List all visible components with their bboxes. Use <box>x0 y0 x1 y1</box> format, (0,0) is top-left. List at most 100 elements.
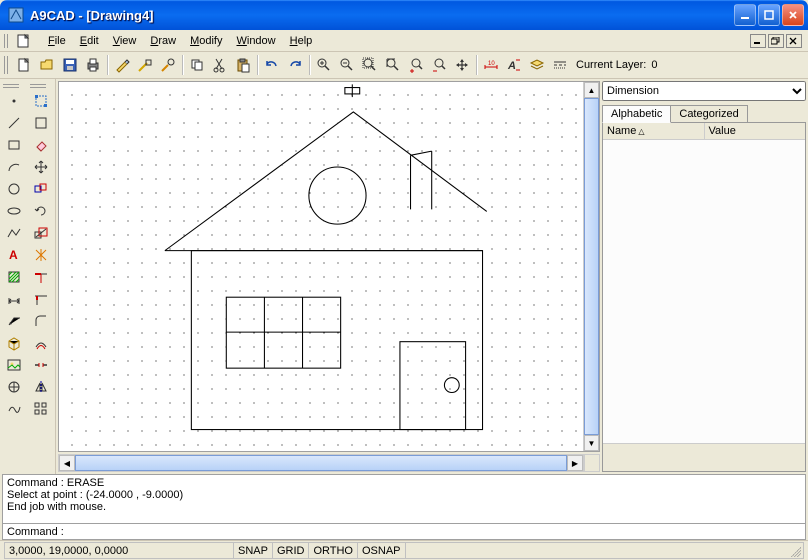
vscroll-thumb[interactable] <box>584 98 599 435</box>
scroll-right-button[interactable]: ▶ <box>567 455 583 471</box>
redo-button[interactable] <box>284 54 306 76</box>
fillet-tool[interactable] <box>30 310 52 332</box>
point-tool[interactable] <box>3 90 25 112</box>
menu-edit[interactable]: Edit <box>74 34 105 48</box>
hatch-tool[interactable] <box>3 266 25 288</box>
menu-modify[interactable]: Modify <box>184 34 228 48</box>
line-tool[interactable] <box>3 112 25 134</box>
svg-text:A: A <box>9 248 18 262</box>
grid-header: Name△ Value <box>603 123 805 140</box>
zoom-window-button[interactable] <box>359 54 381 76</box>
open-file-button[interactable] <box>36 54 58 76</box>
hscroll-thumb[interactable] <box>75 455 567 471</box>
mdi-close-button[interactable] <box>786 34 802 48</box>
copy-tool[interactable] <box>30 178 52 200</box>
grid-body <box>603 140 805 443</box>
array-tool[interactable] <box>30 398 52 420</box>
mdi-restore-button[interactable] <box>768 34 784 48</box>
menu-view[interactable]: View <box>107 34 143 48</box>
properties-grid: Name△ Value <box>602 122 806 472</box>
extend-tool[interactable] <box>30 288 52 310</box>
menu-window-label: indow <box>247 35 276 47</box>
ellipse-tool[interactable] <box>3 200 25 222</box>
tab-categorized[interactable]: Categorized <box>670 105 747 123</box>
menu-view-label: iew <box>120 35 137 47</box>
menu-draw[interactable]: Draw <box>144 34 182 48</box>
cut-button[interactable] <box>209 54 231 76</box>
ortho-toggle[interactable]: ORTHO <box>308 542 358 559</box>
draw-toolbar: A <box>1 81 27 472</box>
select-tool[interactable] <box>30 90 52 112</box>
zoom-out-button[interactable] <box>336 54 358 76</box>
scroll-down-button[interactable]: ▼ <box>584 435 599 451</box>
edit-vertex-button[interactable] <box>134 54 156 76</box>
polyline-tool[interactable] <box>3 222 25 244</box>
circle-tool[interactable] <box>3 178 25 200</box>
trim-tool[interactable] <box>30 266 52 288</box>
move-tool[interactable] <box>30 156 52 178</box>
menu-file[interactable]: File <box>42 34 72 48</box>
rotate-tool[interactable] <box>30 200 52 222</box>
leader-tool[interactable] <box>3 310 25 332</box>
tab-alphabetic[interactable]: Alphabetic <box>602 105 671 123</box>
insert-image-tool[interactable] <box>3 354 25 376</box>
layers-button[interactable] <box>526 54 548 76</box>
new-file-button[interactable] <box>13 54 35 76</box>
document-icon[interactable] <box>16 33 32 49</box>
scroll-up-button[interactable]: ▲ <box>584 82 599 98</box>
command-prompt[interactable]: Command : <box>2 524 806 540</box>
minimize-button[interactable] <box>734 4 756 26</box>
col-name-header[interactable]: Name△ <box>603 123 705 139</box>
modify-grip <box>30 83 46 88</box>
explode-tool[interactable] <box>30 244 52 266</box>
match-prop-button[interactable] <box>157 54 179 76</box>
command-history[interactable]: Command : ERASE Select at point : (-24.0… <box>2 474 806 524</box>
scroll-left-button[interactable]: ◀ <box>59 455 75 471</box>
block-tool[interactable] <box>3 332 25 354</box>
zoom-in-button[interactable] <box>313 54 335 76</box>
menu-window[interactable]: Window <box>230 34 281 48</box>
object-type-dropdown[interactable]: Dimension <box>602 81 806 101</box>
osnap-toggle[interactable]: OSNAP <box>357 542 406 559</box>
menu-help[interactable]: Help <box>284 34 319 48</box>
copy-button[interactable] <box>186 54 208 76</box>
text-tool[interactable]: A <box>3 244 25 266</box>
undo-button[interactable] <box>261 54 283 76</box>
zoom-previous-button[interactable] <box>428 54 450 76</box>
dimension-tool[interactable] <box>3 288 25 310</box>
mdi-minimize-button[interactable] <box>750 34 766 48</box>
dim-linear-button[interactable]: 10 <box>480 54 502 76</box>
offset-tool[interactable] <box>30 332 52 354</box>
deselect-tool[interactable] <box>30 112 52 134</box>
col-value-label: Value <box>709 125 736 137</box>
zoom-realtime-button[interactable] <box>405 54 427 76</box>
grid-toggle[interactable]: GRID <box>272 542 310 559</box>
arc-tool[interactable] <box>3 156 25 178</box>
rectangle-tool[interactable] <box>3 134 25 156</box>
drawing-viewport[interactable]: ▲ ▼ <box>58 81 600 452</box>
snap-toggle[interactable]: SNAP <box>233 542 273 559</box>
drawing-content <box>59 82 599 451</box>
mirror-tool[interactable] <box>30 376 52 398</box>
horizontal-scrollbar[interactable]: ◀ ▶ <box>58 454 584 472</box>
save-button[interactable] <box>59 54 81 76</box>
close-button[interactable] <box>782 4 804 26</box>
spline-tool[interactable] <box>3 398 25 420</box>
break-tool[interactable] <box>30 354 52 376</box>
text-style-button[interactable]: A <box>503 54 525 76</box>
menu-bar: File Edit View Draw Modify Window Help <box>0 30 808 52</box>
svg-text:A: A <box>507 60 516 72</box>
pan-button[interactable] <box>451 54 473 76</box>
maximize-button[interactable] <box>758 4 780 26</box>
title-bar: A9CAD - [Drawing4] <box>0 0 808 30</box>
properties-button[interactable] <box>111 54 133 76</box>
col-value-header[interactable]: Value <box>705 123 806 139</box>
zoom-extents-button[interactable] <box>382 54 404 76</box>
vertical-scrollbar[interactable]: ▲ ▼ <box>583 82 599 451</box>
print-button[interactable] <box>82 54 104 76</box>
linetype-button[interactable] <box>549 54 571 76</box>
scale-tool[interactable] <box>30 222 52 244</box>
erase-tool[interactable] <box>30 134 52 156</box>
paste-button[interactable] <box>232 54 254 76</box>
region-tool[interactable] <box>3 376 25 398</box>
